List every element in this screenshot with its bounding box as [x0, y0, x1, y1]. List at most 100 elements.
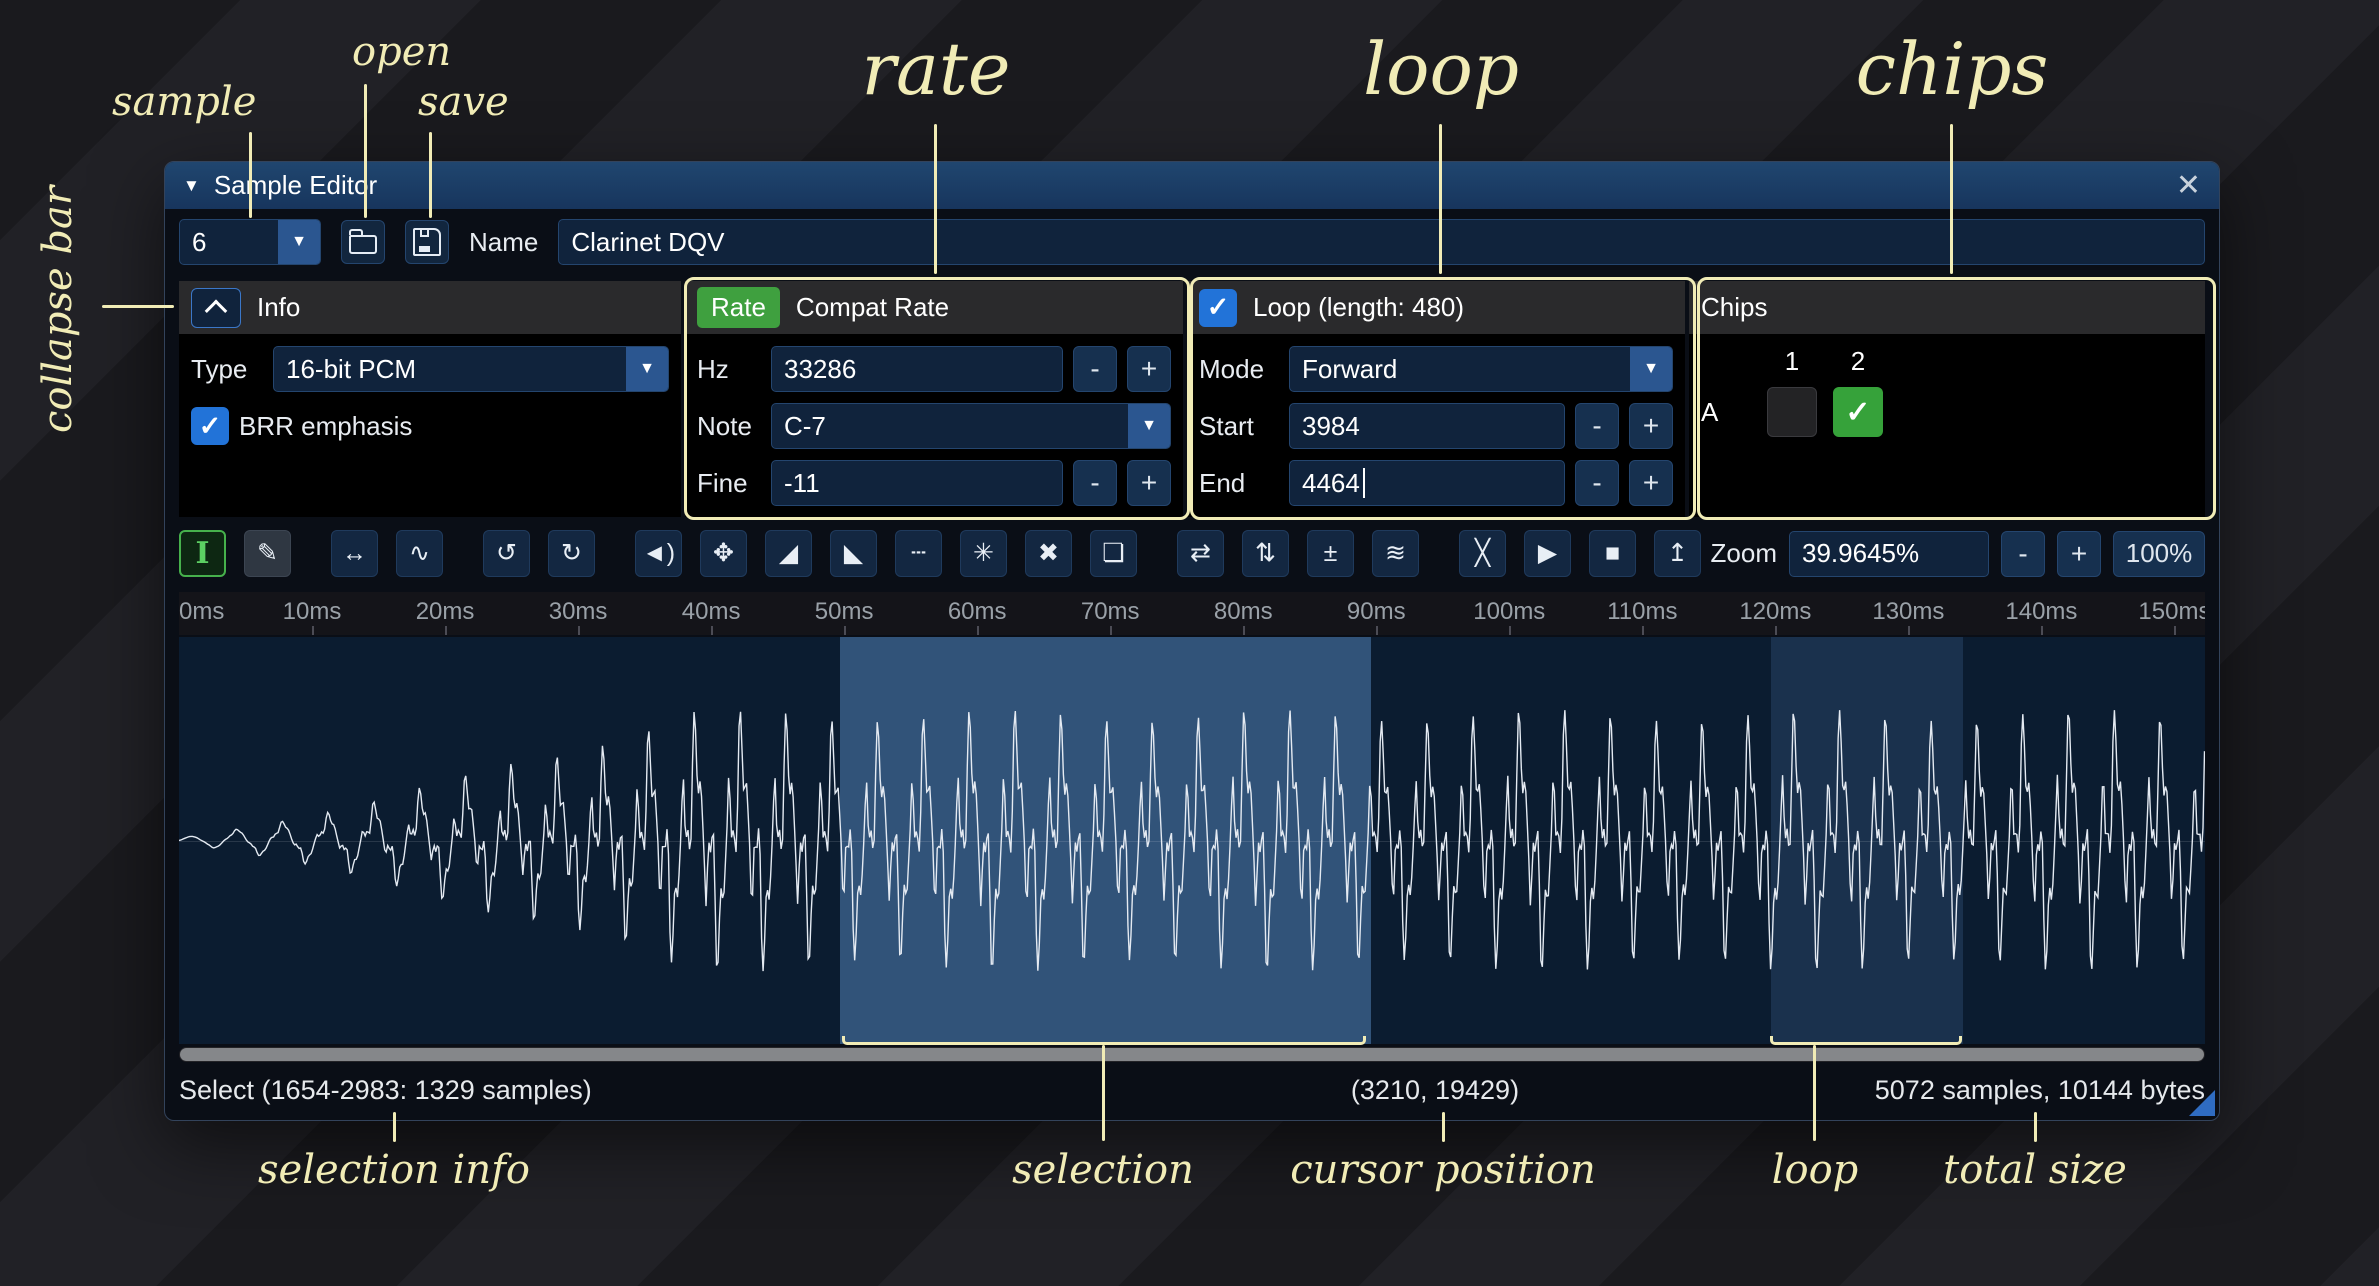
timeline-label: 70ms: [1081, 598, 1140, 626]
chips-row-a-label: A: [1701, 397, 1718, 428]
preview-stop-button[interactable]: ■: [1589, 530, 1636, 577]
sample-number-value: 6: [192, 227, 206, 258]
insert-silence-button[interactable]: ┄: [895, 530, 942, 577]
normalize-button[interactable]: ✥: [700, 530, 747, 577]
loop-start-increase-button[interactable]: +: [1629, 403, 1673, 449]
timeline-ruler[interactable]: 0ms10ms20ms30ms40ms50ms60ms70ms80ms90ms1…: [179, 592, 2205, 635]
sample-number-dropdown[interactable]: 6 ▼: [179, 219, 321, 265]
fine-input[interactable]: -11: [771, 460, 1063, 506]
save-floppy-icon: [413, 228, 441, 256]
sign-invert-button[interactable]: ±: [1307, 530, 1354, 577]
delete-icon: ✖: [1038, 541, 1059, 566]
timeline-tick: [977, 626, 979, 635]
fade-out-button[interactable]: ◣: [830, 530, 877, 577]
crossfade-button[interactable]: ╳: [1459, 530, 1506, 577]
annotation-loop-bottom: loop: [1772, 1148, 1859, 1192]
hz-value: 33286: [784, 354, 856, 385]
note-dropdown[interactable]: C-7 ▼: [771, 403, 1171, 449]
hz-row: Hz 33286 - +: [697, 346, 1171, 392]
select-tool-button[interactable]: I: [179, 530, 226, 577]
screenshot-root: ▼ Sample Editor ✕ 6 ▼ Name Clarinet DQV …: [0, 0, 2379, 1286]
save-button[interactable]: [405, 220, 449, 264]
timeline-tick: [2041, 626, 2043, 635]
panel-row: Info Type 16-bit PCM ▼ ✓ BRR emphasis: [165, 281, 2219, 517]
preview-play-button[interactable]: ▶: [1524, 530, 1571, 577]
horizontal-scrollbar[interactable]: [179, 1047, 2205, 1062]
timeline-tick: [1908, 626, 1910, 635]
timeline-label: 30ms: [549, 598, 608, 626]
loop-end-input[interactable]: 4464: [1289, 460, 1565, 506]
upload-icon: ↥: [1667, 541, 1688, 566]
fine-increase-button[interactable]: +: [1127, 460, 1171, 506]
timeline-tick: [1509, 626, 1511, 635]
loop-mode-dropdown-arrow-icon[interactable]: ▼: [1630, 347, 1672, 391]
amplify-button[interactable]: ◄): [635, 530, 682, 577]
zoom-reset-button[interactable]: 100%: [2113, 531, 2205, 577]
hz-decrease-button[interactable]: -: [1073, 346, 1117, 392]
apply-silence-button[interactable]: ✳: [960, 530, 1007, 577]
loop-panel: ✓ Loop (length: 480) Mode Forward ▼ Star…: [1187, 281, 1685, 517]
type-dropdown[interactable]: 16-bit PCM ▼: [273, 346, 669, 392]
zoom-in-button[interactable]: +: [2057, 531, 2101, 577]
hz-increase-button[interactable]: +: [1127, 346, 1171, 392]
timeline-label: 0ms: [179, 598, 224, 626]
loop-mode-dropdown[interactable]: Forward ▼: [1289, 346, 1673, 392]
invert-button[interactable]: ⇅: [1242, 530, 1289, 577]
upload-button[interactable]: ↥: [1654, 530, 1701, 577]
loop-enable-checkbox[interactable]: ✓: [1199, 289, 1237, 327]
waveform-display[interactable]: [179, 637, 2205, 1044]
brr-emphasis-label: BRR emphasis: [239, 411, 412, 442]
timeline-label: 50ms: [815, 598, 874, 626]
timeline-tick: [312, 626, 314, 635]
resample-button[interactable]: ∿: [396, 530, 443, 577]
note-dropdown-arrow-icon[interactable]: ▼: [1128, 404, 1170, 448]
scrollbar-thumb[interactable]: [180, 1048, 2204, 1061]
loop-end-decrease-button[interactable]: -: [1575, 460, 1619, 506]
loop-start-row: Start 3984 - +: [1199, 403, 1673, 449]
fade-in-button[interactable]: ◢: [765, 530, 812, 577]
titlebar[interactable]: ▼ Sample Editor ✕: [165, 162, 2219, 209]
loop-start-decrease-button[interactable]: -: [1575, 403, 1619, 449]
annotation-sample: sample: [112, 80, 256, 124]
fine-decrease-button[interactable]: -: [1073, 460, 1117, 506]
note-label: Note: [697, 411, 761, 442]
total-size-text: 5072 samples, 10144 bytes: [1875, 1075, 2205, 1106]
loop-start-input[interactable]: 3984: [1289, 403, 1565, 449]
close-icon[interactable]: ✕: [2176, 168, 2201, 203]
zoom-out-button[interactable]: -: [2001, 531, 2045, 577]
rate-badge[interactable]: Rate: [697, 287, 780, 328]
loop-mode-row: Mode Forward ▼: [1199, 346, 1673, 392]
window-collapse-icon[interactable]: ▼: [183, 176, 200, 196]
annotation-save: save: [418, 80, 509, 124]
apply-silence-icon: ✳: [973, 541, 994, 566]
undo-button[interactable]: ↺: [483, 530, 530, 577]
redo-button[interactable]: ↻: [548, 530, 595, 577]
cursor-position-text: (3210, 19429): [1351, 1075, 1519, 1106]
loop-end-increase-button[interactable]: +: [1629, 460, 1673, 506]
chip-a-2-checkbox[interactable]: ✓: [1833, 387, 1883, 437]
reverse-button[interactable]: ⇄: [1177, 530, 1224, 577]
insert-silence-icon: ┄: [911, 541, 926, 566]
chip-a-1-checkbox[interactable]: [1767, 387, 1817, 437]
delete-button[interactable]: ✖: [1025, 530, 1072, 577]
collapse-panel-button[interactable]: [191, 288, 241, 328]
annotation-selection-info: selection info: [258, 1148, 530, 1192]
loop-start-value: 3984: [1302, 411, 1360, 442]
draw-tool-button[interactable]: ✎: [244, 530, 291, 577]
reverse-icon: ⇄: [1190, 541, 1211, 566]
trim-icon: ❏: [1102, 541, 1124, 566]
loop-end-value: 4464: [1302, 468, 1360, 499]
brr-emphasis-checkbox[interactable]: ✓: [191, 407, 229, 445]
resize-button[interactable]: ↔: [331, 530, 378, 577]
zoom-input[interactable]: 39.9645%: [1789, 531, 1989, 577]
filter-button[interactable]: ≋: [1372, 530, 1419, 577]
resize-grip[interactable]: [2189, 1090, 2215, 1116]
chips-panel-header: Chips: [1689, 281, 2205, 334]
name-input[interactable]: Clarinet DQV: [558, 219, 2205, 265]
type-dropdown-arrow-icon[interactable]: ▼: [626, 347, 668, 391]
trim-button[interactable]: ❏: [1090, 530, 1137, 577]
annotation-collapse-bar: collapse bar: [36, 186, 80, 433]
dropdown-arrow-icon[interactable]: ▼: [278, 220, 320, 264]
hz-input[interactable]: 33286: [771, 346, 1063, 392]
open-button[interactable]: [341, 220, 385, 264]
